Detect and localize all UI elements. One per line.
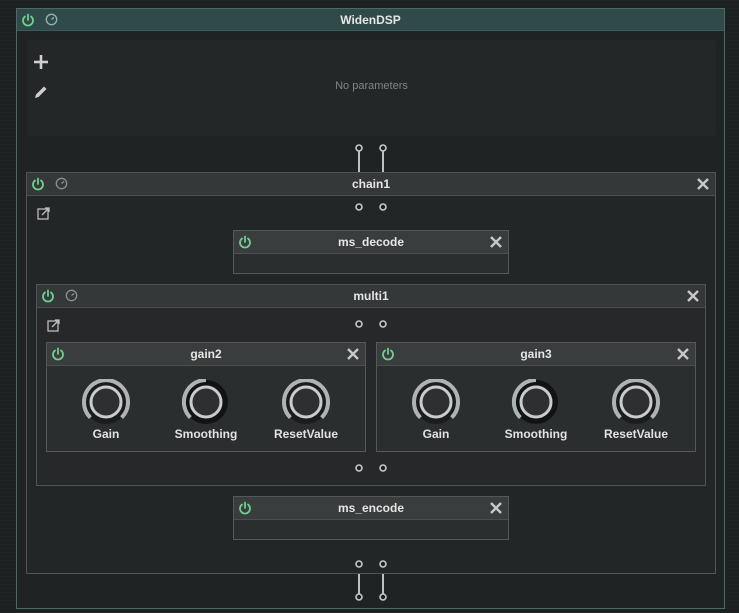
gain-knob[interactable]: Gain xyxy=(66,379,146,441)
power-icon[interactable] xyxy=(31,177,45,191)
reset-value-knob[interactable]: ResetValue xyxy=(596,379,676,441)
close-icon[interactable] xyxy=(686,289,700,303)
ms-decode-title: ms_decode xyxy=(337,235,405,249)
knob-label: Gain xyxy=(422,427,450,441)
ms-encode-module: ms_encode xyxy=(233,496,509,540)
gain3-title: gain3 xyxy=(520,347,552,361)
ms-encode-body xyxy=(234,520,508,539)
knob-label: Gain xyxy=(92,427,120,441)
ms-encode-title: ms_encode xyxy=(337,501,405,515)
external-link-icon[interactable] xyxy=(37,207,50,220)
multi1-header[interactable]: multi1 xyxy=(37,285,705,308)
gain3-header[interactable]: gain3 xyxy=(377,343,695,366)
ms-decode-module: ms_decode xyxy=(233,230,509,274)
external-link-icon[interactable] xyxy=(47,319,60,332)
gain2-header[interactable]: gain2 xyxy=(47,343,365,366)
chain1-title: chain1 xyxy=(351,177,390,191)
gain2-title: gain2 xyxy=(190,347,222,361)
clock-icon[interactable] xyxy=(55,177,68,190)
close-icon[interactable] xyxy=(346,347,360,361)
power-icon[interactable] xyxy=(51,347,65,361)
close-icon[interactable] xyxy=(676,347,690,361)
power-icon[interactable] xyxy=(381,347,395,361)
reset-value-knob[interactable]: ResetValue xyxy=(266,379,346,441)
close-icon[interactable] xyxy=(489,235,503,249)
smoothing-knob[interactable]: Smoothing xyxy=(166,379,246,441)
knob-label: ResetValue xyxy=(603,427,669,441)
smoothing-knob[interactable]: Smoothing xyxy=(496,379,576,441)
knob-label: ResetValue xyxy=(273,427,339,441)
power-icon[interactable] xyxy=(41,289,55,303)
clock-icon[interactable] xyxy=(65,289,78,302)
power-icon[interactable] xyxy=(238,501,252,515)
close-icon[interactable] xyxy=(696,177,710,191)
close-icon[interactable] xyxy=(489,501,503,515)
chain1-header[interactable]: chain1 xyxy=(27,173,715,196)
ms-encode-header[interactable]: ms_encode xyxy=(234,497,508,520)
ms-decode-body xyxy=(234,254,508,273)
knob-label: Smoothing xyxy=(504,427,568,441)
ms-decode-header[interactable]: ms_decode xyxy=(234,231,508,254)
knob-label: Smoothing xyxy=(174,427,238,441)
multi1-title: multi1 xyxy=(353,289,389,303)
power-icon[interactable] xyxy=(238,235,252,249)
gain-knob[interactable]: Gain xyxy=(396,379,476,441)
